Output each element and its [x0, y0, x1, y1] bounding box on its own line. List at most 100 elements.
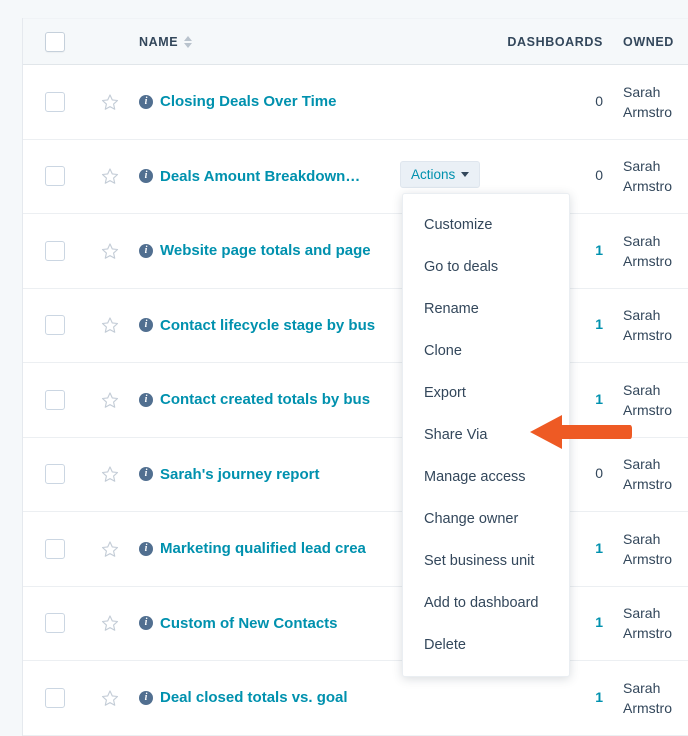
dashboards-count[interactable]: 1 — [595, 614, 603, 630]
star-outline-icon[interactable] — [101, 465, 119, 483]
row-checkbox-cell[interactable] — [23, 315, 87, 336]
report-name-link[interactable]: Contact created totals by bus — [160, 391, 370, 408]
row-favorite-cell[interactable] — [87, 167, 133, 185]
star-outline-icon[interactable] — [101, 540, 119, 558]
actions-button[interactable]: Actions — [400, 161, 481, 188]
actions-button-label: Actions — [411, 167, 456, 182]
column-header-name[interactable]: NAME — [133, 35, 503, 49]
star-outline-icon[interactable] — [101, 689, 119, 707]
row-favorite-cell[interactable] — [87, 391, 133, 409]
info-circle-icon[interactable]: i — [139, 318, 153, 333]
menu-item-add-to-dashboard[interactable]: Add to dashboard — [403, 582, 569, 624]
table-row[interactable]: i Deal closed totals vs. goal 1 Sarah Armstr… — [23, 661, 688, 736]
row-dashboards-cell: 0 — [503, 167, 613, 185]
menu-item-customize[interactable]: Customize — [403, 204, 569, 246]
star-outline-icon[interactable] — [101, 614, 119, 632]
actions-dropdown-menu[interactable]: Customize Go to deals Rename Clone Export Sha… — [402, 193, 570, 677]
menu-item-change-owner[interactable]: Change owner — [403, 498, 569, 540]
menu-item-rename[interactable]: Rename — [403, 288, 569, 330]
report-name-link[interactable]: Deal closed totals vs. goal — [160, 689, 348, 706]
select-all-checkbox[interactable] — [45, 31, 65, 52]
star-outline-icon[interactable] — [101, 93, 119, 111]
info-circle-icon[interactable]: i — [139, 467, 153, 482]
menu-item-clone[interactable]: Clone — [403, 330, 569, 372]
owner-last-name: Armstro — [623, 550, 672, 567]
row-checkbox[interactable] — [45, 315, 65, 336]
table-row[interactable]: i Sarah's journey report 0 Sarah Armstro — [23, 437, 688, 512]
row-checkbox-cell[interactable] — [23, 389, 87, 410]
dashboards-count[interactable]: 1 — [595, 391, 603, 407]
table-row[interactable]: i Contact created totals by bus 1 Sarah Arms… — [23, 363, 688, 438]
report-name-link[interactable]: Sarah's journey report — [160, 466, 319, 483]
row-favorite-cell[interactable] — [87, 465, 133, 483]
dashboards-count[interactable]: 1 — [595, 316, 603, 332]
select-all-cell[interactable] — [23, 31, 87, 52]
column-header-owner[interactable]: OWNED — [613, 33, 688, 51]
info-circle-icon[interactable]: i — [139, 541, 153, 556]
star-outline-icon[interactable] — [101, 391, 119, 409]
info-circle-icon[interactable]: i — [139, 94, 153, 109]
column-header-dashboards[interactable]: DASHBOARDS — [503, 33, 613, 51]
info-circle-icon[interactable]: i — [139, 243, 153, 258]
row-checkbox[interactable] — [45, 91, 65, 112]
dashboards-count[interactable]: 1 — [595, 540, 603, 556]
table-row[interactable]: i Marketing qualified lead crea 1 Sarah Arms… — [23, 512, 688, 587]
row-favorite-cell[interactable] — [87, 316, 133, 334]
row-favorite-cell[interactable] — [87, 93, 133, 111]
info-circle-icon[interactable]: i — [139, 690, 153, 705]
row-checkbox-cell[interactable] — [23, 613, 87, 634]
sort-arrows-icon[interactable] — [184, 35, 193, 48]
info-circle-icon[interactable]: i — [139, 392, 153, 407]
owner-last-name: Armstro — [623, 401, 672, 418]
row-checkbox[interactable] — [45, 240, 65, 261]
report-name-link[interactable]: Contact lifecycle stage by bus — [160, 317, 375, 334]
row-checkbox-cell[interactable] — [23, 166, 87, 187]
table-row[interactable]: i Website page totals and page 1 Sarah Armst… — [23, 214, 688, 289]
info-circle-icon[interactable]: i — [139, 169, 153, 184]
row-checkbox-cell[interactable] — [23, 538, 87, 559]
row-checkbox[interactable] — [45, 389, 65, 410]
star-outline-icon[interactable] — [101, 316, 119, 334]
info-circle-icon[interactable]: i — [139, 616, 153, 631]
star-outline-icon[interactable] — [101, 242, 119, 260]
report-name-link[interactable]: Website page totals and page — [160, 242, 371, 259]
row-name-cell[interactable]: i Closing Deals Over Time — [133, 93, 503, 110]
menu-item-set-business-unit[interactable]: Set business unit — [403, 540, 569, 582]
owner-last-name: Armstro — [623, 476, 672, 493]
star-outline-icon[interactable] — [101, 167, 119, 185]
menu-item-export[interactable]: Export — [403, 372, 569, 414]
owner-first-name: Sarah — [623, 530, 661, 547]
table-row[interactable]: i Contact lifecycle stage by bus 1 Sarah Arm… — [23, 288, 688, 363]
report-name-link[interactable]: Deals Amount Breakdown… — [160, 168, 360, 185]
row-checkbox[interactable] — [45, 613, 65, 634]
owner-last-name: Armstro — [623, 625, 672, 642]
row-checkbox-cell[interactable] — [23, 91, 87, 112]
menu-item-go-to-deals[interactable]: Go to deals — [403, 246, 569, 288]
table-row[interactable]: i Deals Amount Breakdown… 0 Sarah Armstro — [23, 139, 688, 214]
menu-item-share-via[interactable]: Share Via — [403, 414, 569, 456]
table-row[interactable]: i Custom of New Contacts 1 Sarah Armstro — [23, 586, 688, 661]
dashboards-count: 0 — [595, 92, 603, 109]
report-name-link[interactable]: Marketing qualified lead crea — [160, 540, 366, 557]
row-checkbox[interactable] — [45, 687, 65, 708]
row-checkbox[interactable] — [45, 464, 65, 485]
row-favorite-cell[interactable] — [87, 689, 133, 707]
row-checkbox[interactable] — [45, 166, 65, 187]
dashboards-count: 0 — [595, 167, 603, 184]
report-name-link[interactable]: Custom of New Contacts — [160, 615, 338, 632]
row-owner-cell: Sarah Armstro — [613, 454, 688, 494]
row-favorite-cell[interactable] — [87, 540, 133, 558]
row-name-cell[interactable]: i Deal closed totals vs. goal — [133, 689, 503, 706]
row-checkbox-cell[interactable] — [23, 687, 87, 708]
table-row[interactable]: i Closing Deals Over Time 0 Sarah Armstro — [23, 65, 688, 140]
menu-item-manage-access[interactable]: Manage access — [403, 456, 569, 498]
row-favorite-cell[interactable] — [87, 242, 133, 260]
row-checkbox-cell[interactable] — [23, 464, 87, 485]
report-name-link[interactable]: Closing Deals Over Time — [160, 93, 336, 110]
dashboards-count[interactable]: 1 — [595, 689, 603, 705]
row-favorite-cell[interactable] — [87, 614, 133, 632]
menu-item-delete[interactable]: Delete — [403, 624, 569, 666]
row-checkbox-cell[interactable] — [23, 240, 87, 261]
dashboards-count[interactable]: 1 — [595, 242, 603, 258]
row-checkbox[interactable] — [45, 538, 65, 559]
